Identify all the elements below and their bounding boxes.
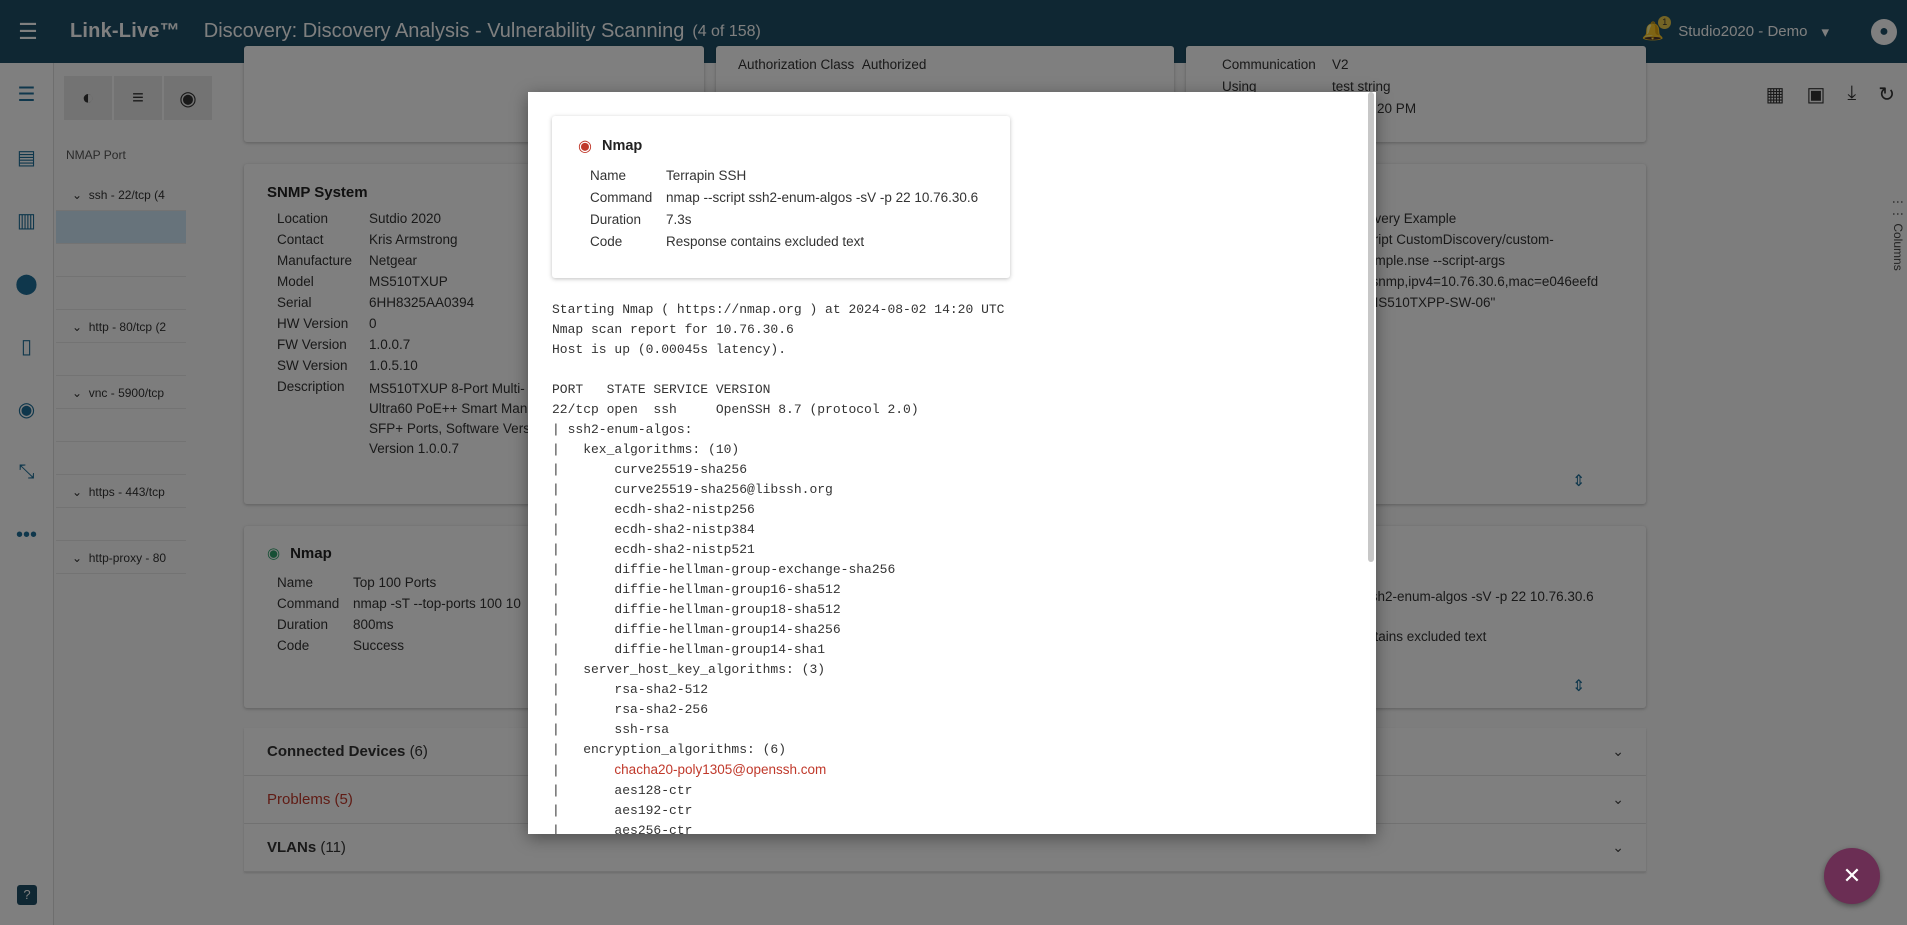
output-line: Starting Nmap ( https://nmap.org ) at 20… <box>552 300 1342 320</box>
output-line: | ecdh-sha2-nistp521 <box>552 540 1342 560</box>
field-label: Code <box>590 234 666 249</box>
eye-icon: ◉ <box>578 136 592 156</box>
field-value: nmap --script ssh2-enum-algos -sV -p 22 … <box>666 190 984 205</box>
output-line: | curve25519-sha256 <box>552 460 1342 480</box>
output-line: | diffie-hellman-group14-sha1 <box>552 640 1342 660</box>
output-line: | encryption_algorithms: (6) <box>552 740 1342 760</box>
nmap-output-dialog: ◉ Nmap NameTerrapin SSH Commandnmap --sc… <box>528 92 1376 834</box>
output-line: | kex_algorithms: (10) <box>552 440 1342 460</box>
nmap-summary-card: ◉ Nmap NameTerrapin SSH Commandnmap --sc… <box>552 116 1010 278</box>
tools-icon: ✕ <box>1843 863 1861 889</box>
output-line: | ecdh-sha2-nistp256 <box>552 500 1342 520</box>
output-line: | curve25519-sha256@libssh.org <box>552 480 1342 500</box>
output-line <box>552 360 1342 380</box>
field-value: 7.3s <box>666 212 984 227</box>
output-line: | chacha20-poly1305@openssh.com <box>552 760 1342 781</box>
field-value: Response contains excluded text <box>666 234 984 249</box>
scrollbar[interactable] <box>1368 92 1374 562</box>
output-line: | ecdh-sha2-nistp384 <box>552 520 1342 540</box>
tools-fab[interactable]: ✕ <box>1824 848 1880 904</box>
output-line: | diffie-hellman-group14-sha256 <box>552 620 1342 640</box>
output-line: | server_host_key_algorithms: (3) <box>552 660 1342 680</box>
output-line: PORT STATE SERVICE VERSION <box>552 380 1342 400</box>
field-value: Terrapin SSH <box>666 168 984 183</box>
output-line: Nmap scan report for 10.76.30.6 <box>552 320 1342 340</box>
output-line: | rsa-sha2-256 <box>552 700 1342 720</box>
output-line: | rsa-sha2-512 <box>552 680 1342 700</box>
field-label: Name <box>590 168 666 183</box>
output-line: | diffie-hellman-group16-sha512 <box>552 580 1342 600</box>
output-line: | diffie-hellman-group-exchange-sha256 <box>552 560 1342 580</box>
output-line: 22/tcp open ssh OpenSSH 8.7 (protocol 2.… <box>552 400 1342 420</box>
output-line: | aes256-ctr <box>552 821 1342 834</box>
dialog-scroll-area[interactable]: ◉ Nmap NameTerrapin SSH Commandnmap --sc… <box>528 92 1376 834</box>
scan-output: Starting Nmap ( https://nmap.org ) at 20… <box>552 300 1342 834</box>
output-line: | ssh2-enum-algos: <box>552 420 1342 440</box>
output-line: | ssh-rsa <box>552 720 1342 740</box>
output-line: Host is up (0.00045s latency). <box>552 340 1342 360</box>
field-label: Duration <box>590 212 666 227</box>
output-line: | aes128-ctr <box>552 781 1342 801</box>
output-line: | diffie-hellman-group18-sha512 <box>552 600 1342 620</box>
field-label: Command <box>590 190 666 205</box>
nmap-dialog-title: Nmap <box>602 138 642 154</box>
output-line: | aes192-ctr <box>552 801 1342 821</box>
